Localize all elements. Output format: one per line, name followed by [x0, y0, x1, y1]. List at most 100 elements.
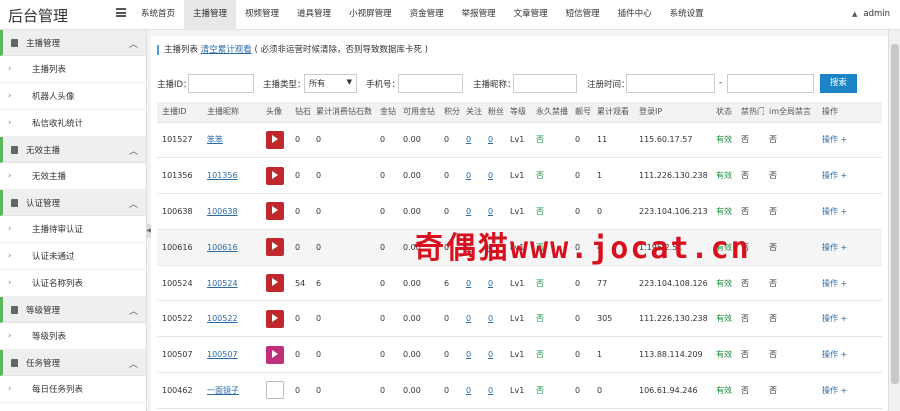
- cell-fs: 0: [483, 157, 505, 195]
- follow-count-link[interactable]: 0: [466, 386, 471, 395]
- follow-count-link[interactable]: 0: [466, 314, 471, 323]
- ban-status[interactable]: 否: [536, 350, 544, 359]
- sidebar-item[interactable]: › 认证未通过: [0, 243, 146, 270]
- ban-status[interactable]: 否: [536, 386, 544, 395]
- nav-item[interactable]: 资金管理: [401, 0, 453, 30]
- phone-input[interactable]: [398, 74, 463, 93]
- nickname-link[interactable]: 100522: [207, 314, 238, 323]
- fans-count-link[interactable]: 0: [488, 314, 493, 323]
- avatar[interactable]: [266, 166, 284, 185]
- fans-count-link[interactable]: 0: [488, 207, 493, 216]
- nav-item[interactable]: 主播管理: [184, 0, 237, 30]
- follow-count-link[interactable]: 0: [466, 135, 471, 144]
- fans-count-link[interactable]: 0: [488, 279, 493, 288]
- nickname-link[interactable]: 笨笨: [207, 135, 223, 144]
- clear-views-link[interactable]: 清空累计观看: [201, 45, 252, 55]
- anchor-type-select[interactable]: 所有 ▼: [304, 74, 357, 93]
- ban-status[interactable]: 否: [536, 314, 544, 323]
- sidebar-group[interactable]: 认证管理 ︿: [0, 190, 146, 216]
- column-header: 钻石: [290, 102, 311, 123]
- cell-op: 操作 +: [817, 265, 882, 302]
- nav-item[interactable]: 举报管理: [453, 0, 505, 30]
- cell-gk: 0: [592, 372, 634, 409]
- nav-item[interactable]: 系统首页: [132, 0, 184, 30]
- search-button[interactable]: 搜索: [820, 74, 857, 93]
- ban-status[interactable]: 否: [536, 207, 544, 216]
- follow-count-link[interactable]: 0: [466, 171, 471, 180]
- actions-button[interactable]: 操作 +: [822, 207, 847, 216]
- avatar[interactable]: [266, 345, 284, 364]
- follow-count-link[interactable]: 0: [466, 350, 471, 359]
- nav-item[interactable]: 小视屏管理: [340, 0, 401, 30]
- actions-button[interactable]: 操作 +: [822, 135, 847, 144]
- user-menu[interactable]: ▲ admin: [852, 0, 890, 30]
- actions-button[interactable]: 操作 +: [822, 279, 847, 288]
- cell-zs: 54: [290, 265, 311, 302]
- fans-count-link[interactable]: 0: [488, 171, 493, 180]
- sidebar-item[interactable]: › 私信收礼统计: [0, 110, 146, 137]
- sidebar-group[interactable]: 等级管理 ︿: [0, 297, 146, 323]
- nav-item[interactable]: 文章管理: [505, 0, 557, 30]
- sidebar-group[interactable]: 主播管理 ︿: [0, 30, 146, 56]
- avatar[interactable]: [266, 238, 284, 257]
- cell-lv: Lv1: [505, 300, 531, 338]
- column-header[interactable]: 主播ID: [157, 102, 202, 123]
- cell-op: 操作 +: [817, 122, 882, 159]
- actions-button[interactable]: 操作 +: [822, 350, 847, 359]
- cell-nick: 100524: [202, 265, 261, 302]
- cell-gz: 0: [461, 336, 483, 374]
- sidebar-item[interactable]: › 主播列表: [0, 56, 146, 83]
- actions-button[interactable]: 操作 +: [822, 314, 847, 323]
- nav-item[interactable]: 视频管理: [236, 0, 288, 30]
- nickname-link[interactable]: 100616: [207, 243, 238, 252]
- sidebar-item[interactable]: › 认证名称列表: [0, 270, 146, 297]
- ban-status[interactable]: 否: [536, 279, 544, 288]
- nickname-link[interactable]: 100638: [207, 207, 238, 216]
- avatar[interactable]: [266, 381, 284, 400]
- table-row: 100507 100507 0 0 0 0.00 0 0 0 Lv1 否 0 1 113.88.114.2…: [157, 336, 882, 374]
- cell-zs: 0: [290, 372, 311, 409]
- nav-item[interactable]: 短信管理: [557, 0, 609, 30]
- sidebar-item[interactable]: › 机器人头像: [0, 83, 146, 110]
- phone-label: 手机号：: [366, 80, 401, 90]
- nickname-link[interactable]: 101356: [207, 171, 238, 180]
- nav-item[interactable]: 道具管理: [288, 0, 340, 30]
- nickname-link[interactable]: 100524: [207, 279, 238, 288]
- nav-item[interactable]: 系统设置: [661, 0, 713, 30]
- sidebar-group[interactable]: 任务管理 ︿: [0, 350, 146, 376]
- actions-button[interactable]: 操作 +: [822, 386, 847, 395]
- follow-count-link[interactable]: 0: [466, 207, 471, 216]
- sidebar-item[interactable]: › 主播待审认证: [0, 216, 146, 243]
- fans-count-link[interactable]: 0: [488, 386, 493, 395]
- avatar[interactable]: [266, 274, 284, 293]
- sidebar-item[interactable]: › 等级列表: [0, 323, 146, 350]
- reg-date-start-input[interactable]: [626, 74, 715, 93]
- sidebar-item[interactable]: › 每日任务列表: [0, 376, 146, 403]
- actions-button[interactable]: 操作 +: [822, 243, 847, 252]
- avatar[interactable]: [266, 309, 284, 328]
- avatar[interactable]: [266, 130, 284, 149]
- fans-count-link[interactable]: 0: [488, 350, 493, 359]
- nickname-input[interactable]: [513, 74, 577, 93]
- fans-count-link[interactable]: 0: [488, 135, 493, 144]
- follow-count-link[interactable]: 0: [466, 279, 471, 288]
- anchor-id-input[interactable]: [188, 74, 254, 93]
- ban-status[interactable]: 否: [536, 135, 544, 144]
- ban-status[interactable]: 否: [536, 171, 544, 180]
- avatar[interactable]: [266, 202, 284, 221]
- cell-op: 操作 +: [817, 229, 882, 266]
- menu-toggle-icon[interactable]: [116, 8, 126, 17]
- nav-item[interactable]: 插件中心: [609, 0, 661, 30]
- cell-jz: 0: [375, 157, 398, 195]
- cell-im: 否: [764, 122, 817, 159]
- cell-zs: 0: [290, 157, 311, 195]
- nickname-link[interactable]: 100507: [207, 350, 238, 359]
- cell-avatar: [261, 265, 290, 302]
- page-scrollbar[interactable]: [888, 30, 900, 411]
- scrollbar-thumb[interactable]: [891, 44, 899, 384]
- reg-date-end-input[interactable]: [727, 74, 814, 93]
- sidebar-item[interactable]: › 无效主播: [0, 163, 146, 190]
- nickname-link[interactable]: 一面镜子: [207, 386, 239, 395]
- actions-button[interactable]: 操作 +: [822, 171, 847, 180]
- sidebar-group[interactable]: 无效主播 ︿: [0, 137, 146, 163]
